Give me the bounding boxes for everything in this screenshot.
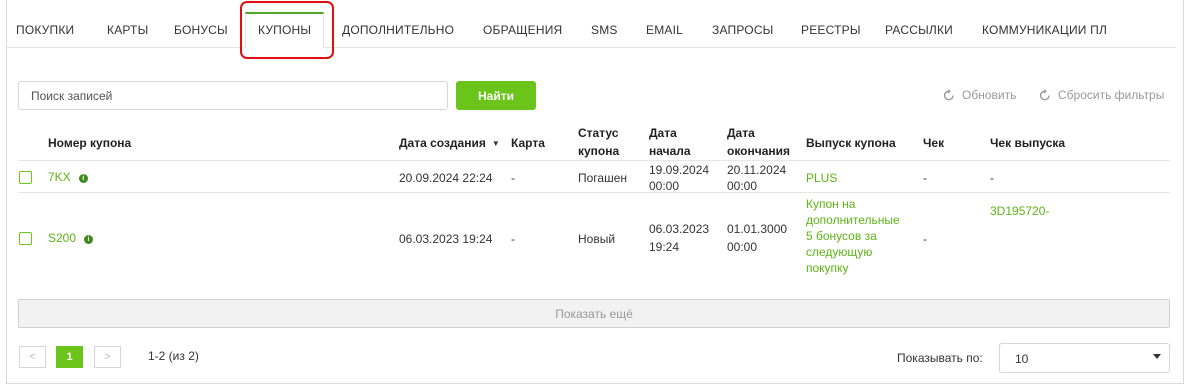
check-value: -: [923, 232, 927, 246]
issue-check-value: -: [990, 171, 994, 185]
chevron-down-icon: [1153, 354, 1161, 359]
tab-sms[interactable]: SMS: [591, 12, 618, 48]
issue-line: дополнительные: [806, 213, 900, 227]
start-date-line1: 19.09.2024: [649, 163, 710, 177]
row-checkbox[interactable]: [19, 232, 32, 245]
header-card[interactable]: Карта: [511, 136, 545, 150]
card-value: -: [511, 232, 515, 246]
coupon-issue-link[interactable]: PLUS: [806, 171, 837, 185]
start-date-line2: 19:24: [649, 240, 680, 254]
refresh-button[interactable]: Обновить: [942, 87, 1016, 103]
status-value: Погашен: [578, 171, 628, 185]
start-date-line2: 00:00: [649, 179, 680, 193]
info-icon[interactable]: i: [84, 235, 94, 244]
refresh-icon: [1039, 89, 1050, 101]
coupon-number-text: 7KX: [48, 170, 71, 184]
header-start-date[interactable]: Дата начала: [649, 126, 691, 158]
created-date: 06.03.2023 19:24: [399, 232, 493, 246]
header-coupon-number[interactable]: Номер купона: [48, 136, 131, 150]
coupon-number-text: S200: [48, 231, 77, 245]
end-date-line1: 01.01.3000: [727, 222, 788, 236]
start-date-line1: 06.03.2023: [649, 222, 710, 236]
header-start-line2: начала: [649, 144, 691, 158]
header-issue-check[interactable]: Чек выпуска: [990, 136, 1065, 150]
find-button[interactable]: Найти: [456, 81, 536, 110]
page-1-button[interactable]: 1: [56, 346, 83, 368]
header-check[interactable]: Чек: [923, 136, 944, 150]
tab-mailings[interactable]: РАССЫЛКИ: [885, 12, 953, 48]
header-created-label: Дата создания: [399, 136, 486, 150]
search-input[interactable]: [18, 81, 448, 110]
show-more-button[interactable]: Показать ещё: [18, 299, 1170, 328]
start-date: 19.09.2024 00:00: [649, 163, 709, 193]
per-page-select[interactable]: 10: [999, 343, 1170, 373]
end-date: 01.01.3000 00:00: [727, 222, 787, 254]
coupon-issue-link[interactable]: Купон на дополнительные 5 бонусов за сле…: [806, 196, 900, 276]
issue-check-link[interactable]: 3D195720-: [990, 204, 1049, 218]
header-end-line2: окончания: [727, 144, 791, 158]
tab-cards[interactable]: КАРТЫ: [107, 12, 148, 48]
created-date: 20.09.2024 22:24: [399, 171, 493, 185]
header-status[interactable]: Статус купона: [578, 126, 619, 158]
end-date-line1: 20.11.2024: [727, 163, 787, 177]
header-status-line1: Статус: [578, 126, 619, 140]
header-status-line2: купона: [578, 144, 620, 158]
tab-bonuses[interactable]: БОНУСЫ: [174, 12, 228, 48]
per-page-label: Показывать по:: [897, 351, 983, 365]
row-checkbox[interactable]: [19, 171, 32, 184]
row-divider: [18, 192, 1170, 193]
coupon-number-link[interactable]: S200 i: [48, 231, 94, 245]
refresh-label: Обновить: [962, 88, 1017, 102]
tab-additional[interactable]: ДОПОЛНИТЕЛЬНО: [342, 12, 454, 48]
header-divider: [18, 160, 1170, 161]
tab-pl-communications[interactable]: КОММУНИКАЦИИ ПЛ: [982, 12, 1107, 48]
header-created-date[interactable]: Дата создания ▼: [399, 136, 500, 151]
tab-registries[interactable]: РЕЕСТРЫ: [801, 12, 861, 48]
coupon-number-link[interactable]: 7KX i: [48, 170, 88, 184]
end-date-line2: 00:00: [727, 179, 758, 193]
pagination-info: 1-2 (из 2): [148, 349, 199, 363]
check-value: -: [923, 171, 927, 185]
refresh-icon: [943, 89, 954, 101]
info-icon[interactable]: i: [78, 174, 88, 183]
tab-bar: ПОКУПКИ КАРТЫ БОНУСЫ КУПОНЫ ДОПОЛНИТЕЛЬН…: [6, 12, 1176, 48]
tab-requests[interactable]: ЗАПРОСЫ: [712, 12, 774, 48]
per-page-value: 10: [1015, 352, 1029, 366]
header-end-date[interactable]: Дата окончания: [727, 126, 790, 158]
tab-email[interactable]: EMAIL: [646, 12, 683, 48]
status-value: Новый: [578, 232, 616, 246]
next-page-button[interactable]: >: [94, 346, 121, 368]
issue-line: 5 бонусов за: [806, 229, 877, 243]
card-value: -: [511, 171, 515, 185]
issue-line: следующую: [806, 245, 873, 259]
reset-filters-label: Сбросить фильтры: [1058, 88, 1165, 102]
issue-line: Купон на: [806, 197, 856, 211]
header-coupon-issue[interactable]: Выпуск купона: [806, 136, 896, 150]
end-date: 20.11.2024 00:00: [727, 163, 786, 193]
reset-filters-button[interactable]: Сбросить фильтры: [1038, 87, 1164, 103]
issue-line: покупку: [806, 261, 849, 275]
sort-desc-icon: ▼: [491, 139, 500, 148]
tab-coupons[interactable]: КУПОНЫ: [245, 12, 325, 48]
end-date-line2: 00:00: [727, 240, 758, 254]
tab-purchases[interactable]: ПОКУПКИ: [16, 12, 74, 48]
header-end-line1: Дата: [727, 126, 755, 140]
start-date: 06.03.2023 19:24: [649, 222, 709, 254]
prev-page-button[interactable]: <: [19, 346, 46, 368]
header-start-line1: Дата: [649, 126, 677, 140]
tab-appeals[interactable]: ОБРАЩЕНИЯ: [483, 12, 562, 48]
